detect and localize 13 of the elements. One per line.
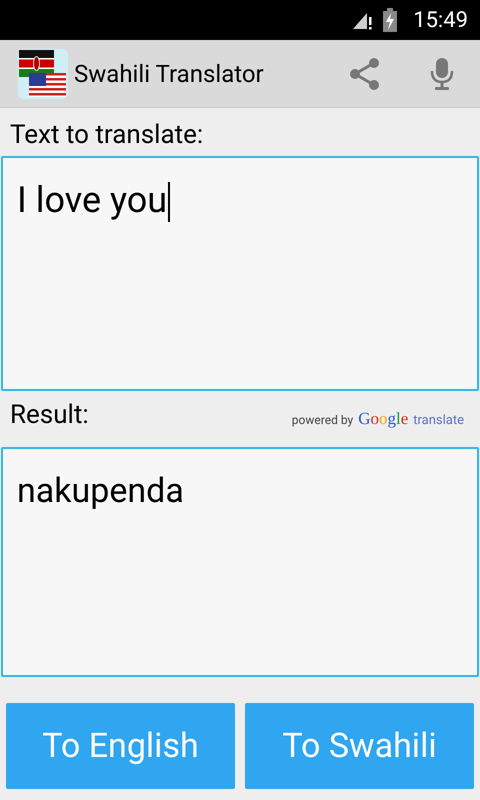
battery-charging-icon xyxy=(383,8,398,32)
microphone-icon[interactable] xyxy=(430,56,454,90)
result-label: Result: xyxy=(9,399,89,432)
powered-by-text: powered by xyxy=(292,412,354,428)
input-field[interactable]: I love you xyxy=(1,156,479,391)
app-title: Swahili Translator xyxy=(74,58,265,90)
share-icon[interactable] xyxy=(348,56,382,90)
input-label: Text to translate: xyxy=(9,119,204,152)
status-time: 15:49 xyxy=(413,6,468,34)
translate-text: translate xyxy=(413,412,464,430)
google-logo: Google xyxy=(358,408,408,430)
flags-app-icon[interactable] xyxy=(18,48,68,98)
result-field[interactable]: nakupenda xyxy=(1,447,479,677)
